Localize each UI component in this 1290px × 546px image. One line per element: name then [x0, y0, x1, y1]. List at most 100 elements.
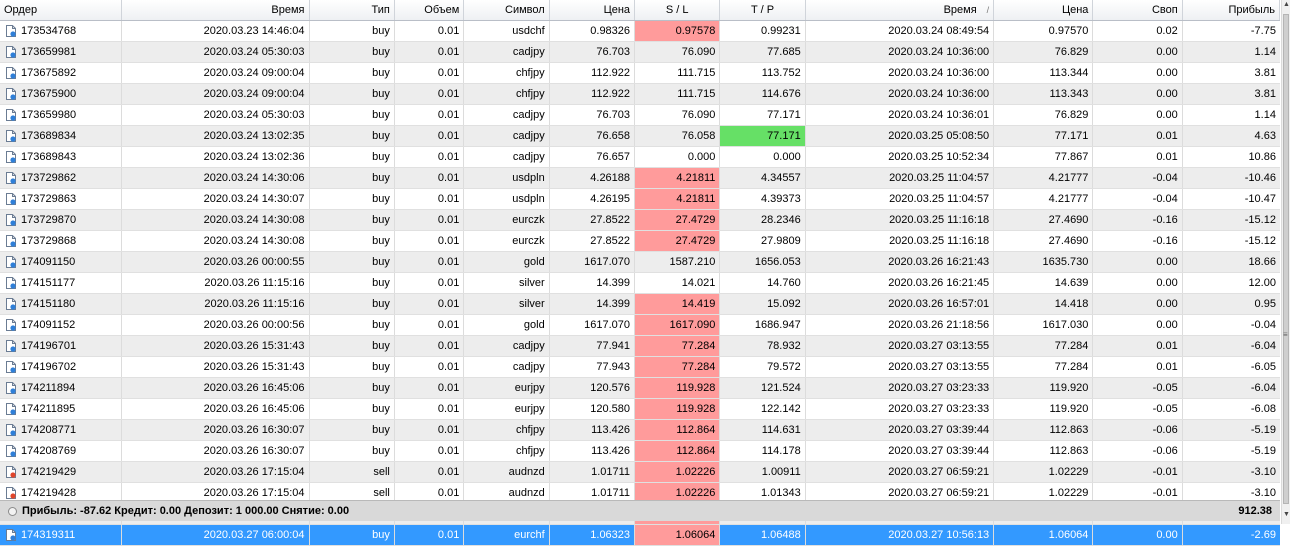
header-close-time-label: Время [943, 4, 977, 16]
symbol-cell: audnzd [464, 462, 550, 482]
close-price-cell: 76.829 [994, 42, 1094, 62]
header-close-time[interactable]: Время / [806, 0, 995, 20]
open-price-cell: 1617.070 [550, 315, 636, 335]
table-row[interactable]: 174319311 2020.03.27 06:00:04 buy 0.01 eurch… [0, 525, 1280, 546]
open-time-cell: 2020.03.24 05:30:03 [122, 105, 310, 125]
header-close-price[interactable]: Цена [994, 0, 1094, 20]
header-volume[interactable]: Объем [395, 0, 465, 20]
order-cell: 173659980 [0, 105, 123, 125]
table-row[interactable]: 174151180 2020.03.26 11:15:16 buy 0.01 silve… [0, 294, 1280, 315]
table-row[interactable]: 174091152 2020.03.26 00:00:56 buy 0.01 gold 1… [0, 315, 1280, 336]
volume-cell: 0.01 [395, 399, 465, 419]
table-row[interactable]: 174211894 2020.03.26 16:45:06 buy 0.01 eurjp… [0, 378, 1280, 399]
volume-cell: 0.01 [395, 63, 465, 83]
table-row[interactable]: 174196701 2020.03.26 15:31:43 buy 0.01 cadjp… [0, 336, 1280, 357]
sl-cell: 77.284 [635, 336, 721, 356]
open-time-cell: 2020.03.27 06:00:04 [122, 525, 310, 545]
order-id: 174319311 [21, 529, 76, 541]
type-cell: buy [310, 231, 395, 251]
order-cell: 174196702 [0, 357, 123, 377]
table-row[interactable]: 174219429 2020.03.26 17:15:04 sell 0.01 audn… [0, 462, 1280, 483]
header-swap[interactable]: Своп [1093, 0, 1183, 20]
table-row[interactable]: 173659980 2020.03.24 05:30:03 buy 0.01 cadjp… [0, 105, 1280, 126]
open-price-cell: 14.399 [550, 294, 636, 314]
order-cell: 173689843 [0, 147, 123, 167]
table-row[interactable]: 174211895 2020.03.26 16:45:06 buy 0.01 eurjp… [0, 399, 1280, 420]
close-time-cell: 2020.03.24 10:36:00 [806, 84, 995, 104]
table-row[interactable]: 174208771 2020.03.26 16:30:07 buy 0.01 chfjp… [0, 420, 1280, 441]
table-row[interactable]: 173534768 2020.03.23 14:46:04 buy 0.01 usdch… [0, 21, 1280, 42]
type-cell: buy [310, 189, 395, 209]
swap-cell: -0.16 [1093, 210, 1183, 230]
tp-cell: 0.99231 [720, 21, 806, 41]
header-open-time[interactable]: Время [122, 0, 310, 20]
open-time-cell: 2020.03.24 14:30:07 [122, 189, 310, 209]
table-row[interactable]: 174091150 2020.03.26 00:00:55 buy 0.01 gold 1… [0, 252, 1280, 273]
close-price-cell: 1.02229 [994, 462, 1094, 482]
order-id: 173675900 [21, 88, 77, 100]
table-row[interactable]: 174208769 2020.03.26 16:30:07 buy 0.01 chfjp… [0, 441, 1280, 462]
tp-cell: 113.752 [720, 63, 806, 83]
open-price-cell: 1617.070 [550, 252, 636, 272]
header-order[interactable]: Ордер [0, 0, 123, 20]
close-time-cell: 2020.03.25 11:16:18 [806, 231, 995, 251]
volume-cell: 0.01 [395, 84, 465, 104]
order-cell: 174211895 [0, 399, 123, 419]
table-row[interactable]: 173675900 2020.03.24 09:00:04 buy 0.01 chfjp… [0, 84, 1280, 105]
close-time-cell: 2020.03.27 03:23:33 [806, 378, 995, 398]
close-price-cell: 119.920 [994, 378, 1094, 398]
swap-cell: 0.00 [1093, 42, 1183, 62]
table-header: Ордер Время Тип Объем Символ Цена S / L … [0, 0, 1280, 21]
table-row[interactable]: 173689843 2020.03.24 13:02:36 buy 0.01 cadjp… [0, 147, 1280, 168]
open-time-cell: 2020.03.26 15:31:43 [122, 357, 310, 377]
scroll-down-arrow-icon[interactable]: ▼ [1283, 510, 1290, 520]
buy-order-icon [6, 340, 16, 352]
scroll-thumb[interactable] [1283, 14, 1289, 504]
close-price-cell: 77.284 [994, 336, 1094, 356]
sl-cell: 1587.210 [635, 252, 721, 272]
open-price-cell: 77.941 [550, 336, 636, 356]
open-price-cell: 1.01711 [550, 462, 636, 482]
close-price-cell: 27.4690 [994, 231, 1094, 251]
table-row[interactable]: 173689834 2020.03.24 13:02:35 buy 0.01 cadjp… [0, 126, 1280, 147]
tp-cell: 1.06488 [720, 525, 806, 545]
type-cell: buy [310, 378, 395, 398]
close-time-cell: 2020.03.27 03:13:55 [806, 336, 995, 356]
close-price-cell: 14.639 [994, 273, 1094, 293]
tp-cell: 1.00911 [720, 462, 806, 482]
table-row[interactable]: 173729870 2020.03.24 14:30:08 buy 0.01 eurcz… [0, 210, 1280, 231]
profit-cell: 10.86 [1248, 151, 1276, 163]
header-sl[interactable]: S / L [635, 0, 721, 20]
buy-order-icon [6, 130, 16, 142]
open-price-cell: 76.657 [550, 147, 636, 167]
buy-order-icon [6, 256, 16, 268]
vertical-scrollbar[interactable]: ▲ ≡ ▼ [1281, 0, 1290, 524]
table-row[interactable]: 173729868 2020.03.24 14:30:08 buy 0.01 eurcz… [0, 231, 1280, 252]
order-cell: 173729870 [0, 210, 123, 230]
table-row[interactable]: 173675892 2020.03.24 09:00:04 buy 0.01 chfjp… [0, 63, 1280, 84]
order-cell: 173729863 [0, 189, 123, 209]
header-profit[interactable]: Прибыль [1183, 0, 1280, 20]
volume-cell: 0.01 [395, 315, 465, 335]
order-cell: 174091152 [0, 315, 123, 335]
scroll-up-arrow-icon[interactable]: ▲ [1283, 0, 1290, 10]
symbol-cell: silver [464, 273, 550, 293]
header-tp[interactable]: T / P [720, 0, 806, 20]
buy-order-icon [6, 382, 16, 394]
table-row[interactable]: 173729863 2020.03.24 14:30:07 buy 0.01 usdpl… [0, 189, 1280, 210]
buy-order-icon [6, 277, 16, 289]
buy-order-icon [6, 235, 16, 247]
order-cell: 173534768 [0, 21, 123, 41]
profit-cell: -5.19 [1250, 445, 1276, 457]
table-row[interactable]: 173729862 2020.03.24 14:30:06 buy 0.01 usdpl… [0, 168, 1280, 189]
volume-cell: 0.01 [395, 441, 465, 461]
profit-cell: 3.81 [1254, 88, 1276, 100]
table-row[interactable]: 174151177 2020.03.26 11:15:16 buy 0.01 silve… [0, 273, 1280, 294]
open-price-cell: 27.8522 [550, 210, 636, 230]
header-symbol[interactable]: Символ [464, 0, 550, 20]
table-row[interactable]: 173659981 2020.03.24 05:30:03 buy 0.01 cadjp… [0, 42, 1280, 63]
sl-cell: 4.21811 [635, 189, 721, 209]
header-type[interactable]: Тип [310, 0, 395, 20]
header-open-price[interactable]: Цена [550, 0, 636, 20]
table-row[interactable]: 174196702 2020.03.26 15:31:43 buy 0.01 cadjp… [0, 357, 1280, 378]
